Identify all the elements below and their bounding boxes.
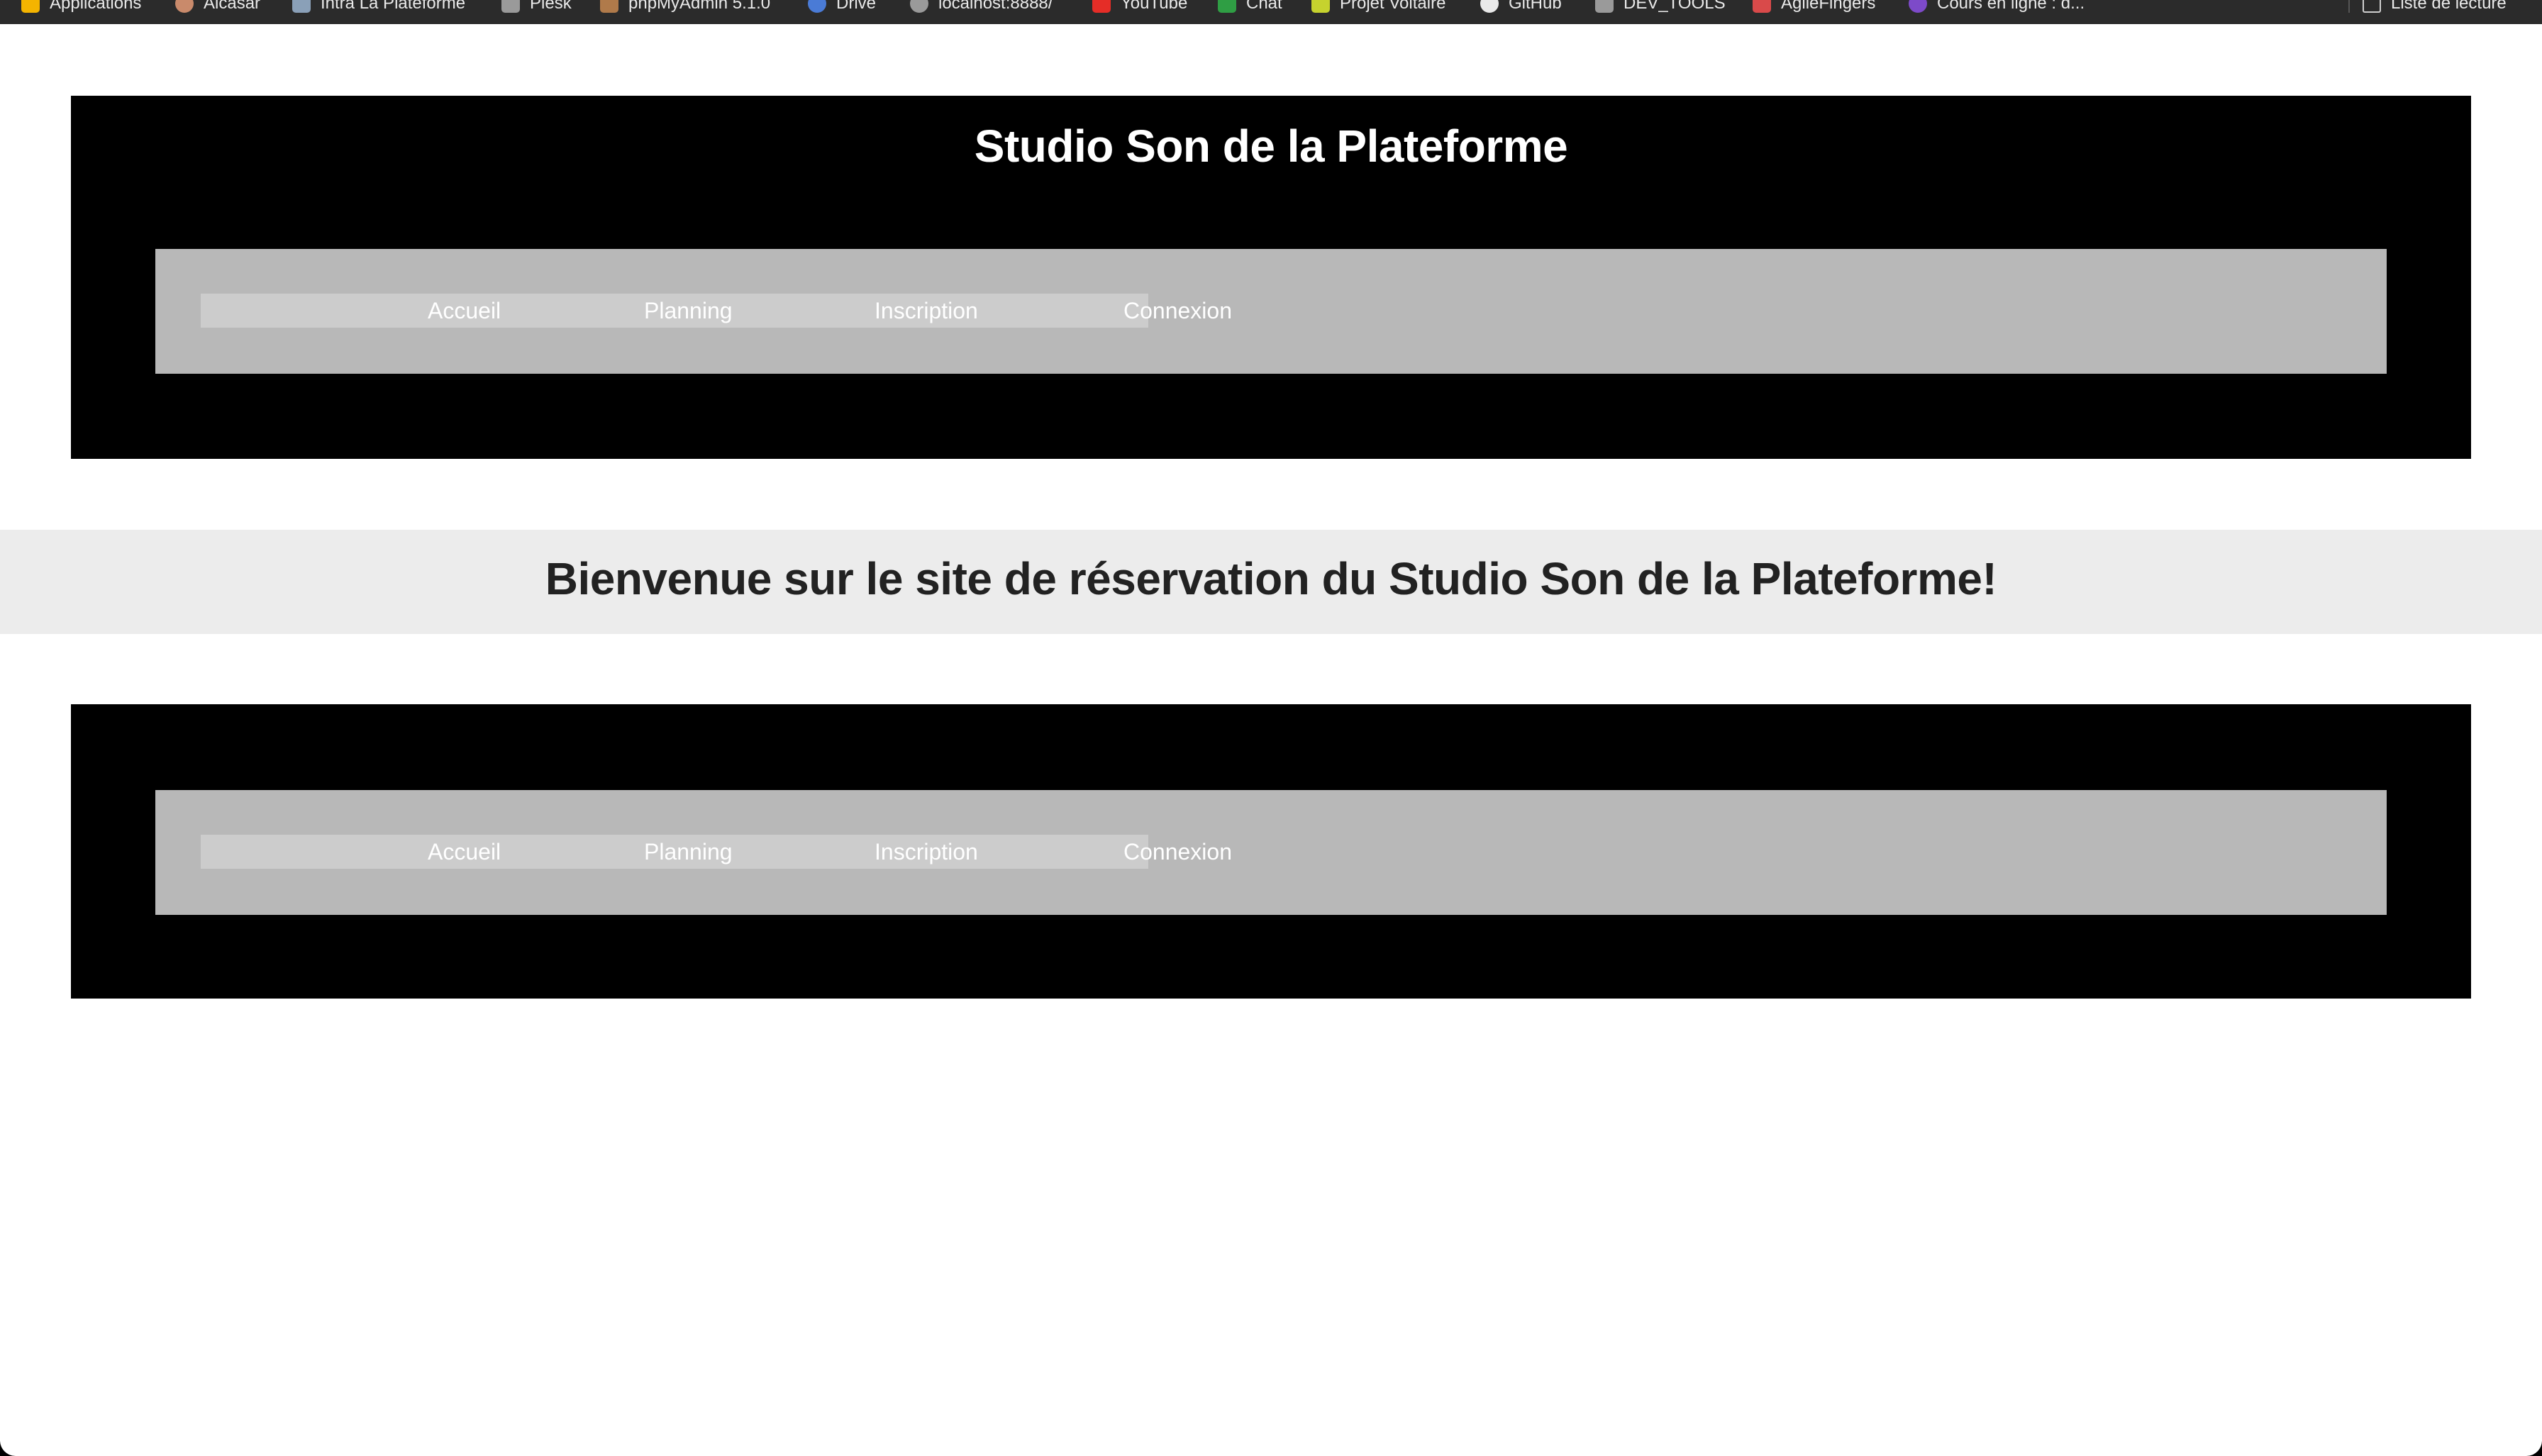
alcasar-icon bbox=[175, 0, 194, 13]
reading-list-button[interactable]: Liste de lecture bbox=[2363, 0, 2507, 16]
footer-link-planning[interactable]: Planning bbox=[644, 835, 733, 869]
folder-icon bbox=[501, 0, 520, 13]
bookmark-applications[interactable]: Applications bbox=[21, 0, 141, 16]
agilefingers-icon bbox=[1753, 0, 1771, 13]
nav-link-accueil[interactable]: Accueil bbox=[428, 294, 501, 328]
bookmark-agilefingers[interactable]: AgileFingers bbox=[1753, 0, 1875, 16]
welcome-heading: Bienvenue sur le site de réservation du … bbox=[545, 553, 1997, 604]
phpmyadmin-icon bbox=[600, 0, 618, 13]
bookmark-label: Intra La Plateforme bbox=[321, 0, 466, 13]
bookmark-label: Projet Voltaire bbox=[1340, 0, 1446, 13]
footer-link-inscription[interactable]: Inscription bbox=[875, 835, 978, 869]
bookmark-phpmyadmin[interactable]: phpMyAdmin 5.1.0 bbox=[600, 0, 770, 16]
bookmark-intra[interactable]: Intra La Plateforme bbox=[292, 0, 465, 16]
bookmark-label: AgileFingers bbox=[1781, 0, 1876, 13]
footer-link-accueil[interactable]: Accueil bbox=[428, 835, 501, 869]
course-icon bbox=[1909, 0, 1927, 13]
reading-list-label: Liste de lecture bbox=[2391, 0, 2507, 13]
bookmark-label: Plesk bbox=[530, 0, 572, 13]
bookmark-label: Cours en ligne : d... bbox=[1937, 0, 2085, 13]
footer-link-connexion[interactable]: Connexion bbox=[1123, 835, 1232, 869]
nav-link-planning[interactable]: Planning bbox=[644, 294, 733, 328]
bookmark-label: Chat bbox=[1246, 0, 1282, 13]
bookmark-voltaire[interactable]: Projet Voltaire bbox=[1311, 0, 1445, 16]
youtube-icon bbox=[1092, 0, 1111, 13]
welcome-banner: Bienvenue sur le site de réservation du … bbox=[0, 530, 2542, 634]
apps-grid-icon bbox=[21, 0, 40, 13]
site-header: Studio Son de la Plateforme Accueil Plan… bbox=[71, 96, 2471, 459]
chat-icon bbox=[1218, 0, 1236, 13]
bookmark-label: GitHub bbox=[1509, 0, 1562, 13]
folder-icon bbox=[1595, 0, 1614, 13]
nav-list: Accueil Planning Inscription Connexion bbox=[201, 835, 1232, 869]
bookmark-drive[interactable]: Drive bbox=[808, 0, 876, 16]
bookmark-cours-en-ligne[interactable]: Cours en ligne : d... bbox=[1909, 0, 2085, 16]
bookmark-github[interactable]: GitHub bbox=[1480, 0, 1562, 16]
bookmark-label: Applications bbox=[50, 0, 142, 13]
bookmarks-bar: Applications Alcasar Intra La Plateforme… bbox=[0, 0, 2542, 25]
bookmark-youtube[interactable]: YouTube bbox=[1092, 0, 1187, 16]
nav-list: Accueil Planning Inscription Connexion bbox=[201, 294, 1232, 328]
site-title: Studio Son de la Plateforme bbox=[974, 121, 1568, 172]
bookmark-alcasar[interactable]: Alcasar bbox=[175, 0, 260, 16]
page-viewport: Studio Son de la Plateforme Accueil Plan… bbox=[0, 24, 2542, 1456]
drive-icon bbox=[808, 0, 826, 13]
bookmark-label: YouTube bbox=[1121, 0, 1188, 13]
globe-icon bbox=[910, 0, 928, 13]
bookmark-label: Alcasar bbox=[204, 0, 261, 13]
bookmark-label: localhost:8888/ bbox=[938, 0, 1053, 13]
header-nav: Accueil Planning Inscription Connexion bbox=[155, 249, 2387, 374]
bookmark-localhost[interactable]: localhost:8888/ bbox=[910, 0, 1053, 16]
bookmark-plesk[interactable]: Plesk bbox=[501, 0, 572, 16]
footer-nav: Accueil Planning Inscription Connexion bbox=[155, 790, 2387, 915]
voltaire-icon bbox=[1311, 0, 1330, 13]
site-footer: Accueil Planning Inscription Connexion bbox=[71, 704, 2471, 999]
nav-link-inscription[interactable]: Inscription bbox=[875, 294, 978, 328]
bookmark-label: Drive bbox=[836, 0, 877, 13]
bookmark-dev-tools[interactable]: DEV_TOOLS bbox=[1595, 0, 1726, 16]
bookmark-chat[interactable]: Chat bbox=[1218, 0, 1282, 16]
page-icon bbox=[292, 0, 311, 13]
bookmark-label: phpMyAdmin 5.1.0 bbox=[628, 0, 771, 13]
reading-list-icon bbox=[2363, 0, 2381, 13]
bookmarks-divider bbox=[2348, 0, 2350, 13]
nav-link-connexion[interactable]: Connexion bbox=[1123, 294, 1232, 328]
bookmark-label: DEV_TOOLS bbox=[1624, 0, 1726, 13]
github-icon bbox=[1480, 0, 1499, 13]
